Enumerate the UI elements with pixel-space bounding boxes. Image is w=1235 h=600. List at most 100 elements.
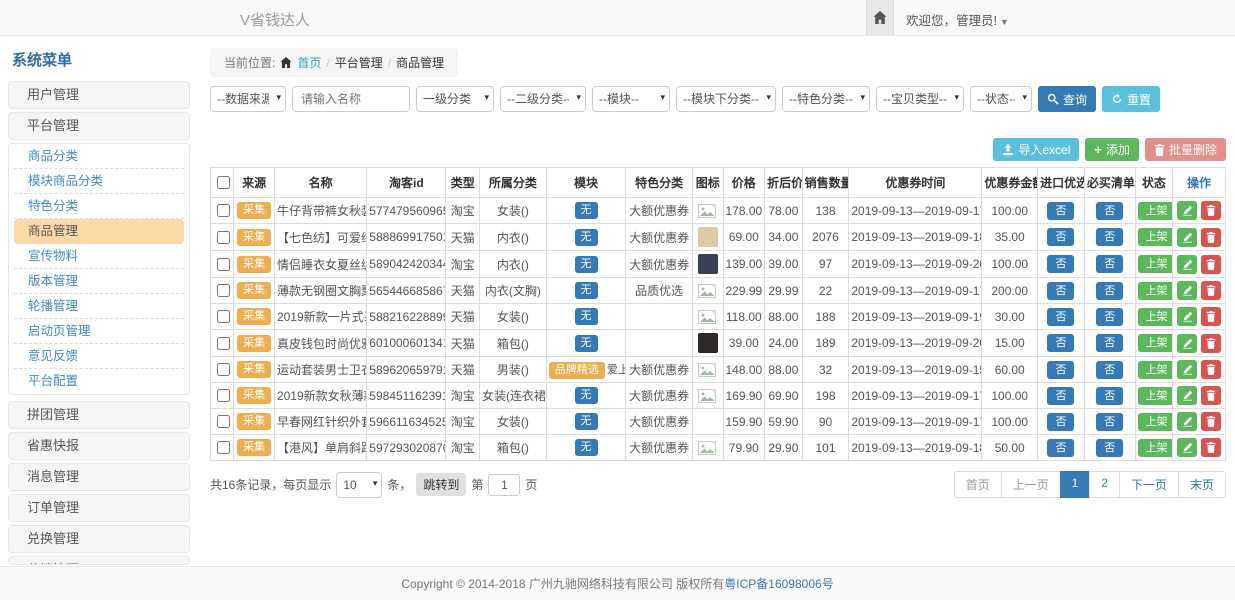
edit-button[interactable] [1177,307,1197,326]
import-select-toggle[interactable]: 否 [1047,255,1074,273]
status-button[interactable]: 上架 [1138,228,1173,246]
filter-select-2[interactable]: 一级分类 [416,86,494,112]
jump-to-button[interactable]: 跳转到 [416,473,466,496]
must-buy-toggle[interactable]: 否 [1096,282,1123,300]
must-buy-toggle[interactable]: 否 [1096,361,1123,379]
sidebar-subitem-0[interactable]: 商品分类 [14,144,184,169]
add-button[interactable]: + 添加 [1085,138,1139,161]
page-button-4[interactable]: 下一页 [1119,471,1179,498]
select-all-checkbox[interactable] [217,176,230,189]
sidebar-subitem-7[interactable]: 启动页管理 [14,319,184,344]
import-select-toggle[interactable]: 否 [1047,413,1074,431]
sidebar-item-7[interactable]: 分销管理 [8,556,190,565]
row-checkbox[interactable] [217,389,230,402]
name-search-input[interactable] [292,86,410,112]
status-button[interactable]: 上架 [1138,413,1173,431]
row-checkbox[interactable] [217,231,230,244]
import-select-toggle[interactable]: 否 [1047,282,1074,300]
must-buy-toggle[interactable]: 否 [1096,255,1123,273]
delete-button[interactable] [1201,386,1221,405]
sidebar-subitem-2[interactable]: 特色分类 [14,194,184,219]
row-checkbox[interactable] [217,310,230,323]
must-buy-toggle[interactable]: 否 [1096,334,1123,352]
page-button-5[interactable]: 末页 [1178,471,1226,498]
filter-select-0[interactable]: --数据来源-- [210,86,286,112]
filter-select-7[interactable]: --宝贝类型-- [876,86,964,112]
must-buy-toggle[interactable]: 否 [1096,202,1123,220]
filter-select-5[interactable]: --模块下分类-- [676,86,776,112]
import-select-toggle[interactable]: 否 [1047,439,1074,457]
must-buy-toggle[interactable]: 否 [1096,413,1123,431]
status-button[interactable]: 上架 [1138,334,1173,352]
import-select-toggle[interactable]: 否 [1047,308,1074,326]
edit-button[interactable] [1177,360,1197,379]
page-button-0[interactable]: 首页 [954,471,1002,498]
must-buy-toggle[interactable]: 否 [1096,308,1123,326]
row-checkbox[interactable] [217,258,230,271]
delete-button[interactable] [1201,307,1221,326]
row-checkbox[interactable] [217,441,230,454]
edit-button[interactable] [1177,412,1197,431]
user-menu[interactable]: 欢迎您，管理员!▼ [906,10,1009,29]
status-button[interactable]: 上架 [1138,439,1173,457]
must-buy-toggle[interactable]: 否 [1096,439,1123,457]
status-button[interactable]: 上架 [1138,361,1173,379]
row-checkbox[interactable] [217,204,230,217]
edit-button[interactable] [1177,255,1197,274]
page-button-3[interactable]: 2 [1089,471,1120,498]
sidebar-subitem-1[interactable]: 模块商品分类 [14,169,184,194]
filter-select-8[interactable]: --状态-- [970,86,1032,112]
sidebar-item-4[interactable]: 消息管理 [8,463,190,491]
row-checkbox[interactable] [217,284,230,297]
row-checkbox[interactable] [217,363,230,376]
edit-button[interactable] [1177,201,1197,220]
sidebar-item-3[interactable]: 省惠快报 [8,432,190,460]
must-buy-toggle[interactable]: 否 [1096,228,1123,246]
edit-button[interactable] [1177,228,1197,247]
import-select-toggle[interactable]: 否 [1047,361,1074,379]
delete-button[interactable] [1201,334,1221,353]
breadcrumb-home-link[interactable]: 首页 [297,54,321,71]
status-button[interactable]: 上架 [1138,255,1173,273]
sidebar-subitem-8[interactable]: 意见反馈 [14,344,184,369]
sidebar-subitem-6[interactable]: 轮播管理 [14,294,184,319]
delete-button[interactable] [1201,201,1221,220]
edit-button[interactable] [1177,386,1197,405]
status-button[interactable]: 上架 [1138,387,1173,405]
filter-select-3[interactable]: --二级分类-- [500,86,586,112]
icp-link[interactable]: 粤ICP备16098006号 [724,575,833,592]
import-select-toggle[interactable]: 否 [1047,228,1074,246]
delete-button[interactable] [1201,412,1221,431]
edit-button[interactable] [1177,281,1197,300]
row-checkbox[interactable] [217,415,230,428]
delete-button[interactable] [1201,228,1221,247]
must-buy-toggle[interactable]: 否 [1096,387,1123,405]
import-select-toggle[interactable]: 否 [1047,387,1074,405]
sidebar-subitem-4[interactable]: 宣传物料 [14,244,184,269]
sidebar-subitem-3-active[interactable]: 商品管理 [14,219,184,244]
page-button-2[interactable]: 1 [1060,471,1091,498]
import-select-toggle[interactable]: 否 [1047,202,1074,220]
sidebar-subitem-5[interactable]: 版本管理 [14,269,184,294]
sidebar-item-5[interactable]: 订单管理 [8,494,190,522]
sidebar-item-0[interactable]: 用户管理 [8,81,190,109]
edit-button[interactable] [1177,438,1197,457]
search-button[interactable]: 查询 [1038,86,1096,112]
reset-button[interactable]: 重置 [1102,86,1160,112]
per-page-select[interactable]: 10 [336,472,382,498]
edit-button[interactable] [1177,334,1197,353]
sidebar-subitem-9[interactable]: 平台配置 [14,369,184,394]
status-button[interactable]: 上架 [1138,308,1173,326]
sidebar-item-2[interactable]: 拼团管理 [8,401,190,429]
delete-button[interactable] [1201,281,1221,300]
filter-select-6[interactable]: --特色分类-- [782,86,870,112]
delete-button[interactable] [1201,360,1221,379]
row-checkbox[interactable] [217,337,230,350]
status-button[interactable]: 上架 [1138,282,1173,300]
delete-button[interactable] [1201,255,1221,274]
home-button[interactable] [866,0,894,35]
status-button[interactable]: 上架 [1138,202,1173,220]
sidebar-item-6[interactable]: 兑换管理 [8,525,190,553]
import-excel-button[interactable]: 导入excel [993,138,1079,161]
batch-delete-button[interactable]: 批量删除 [1145,138,1226,161]
